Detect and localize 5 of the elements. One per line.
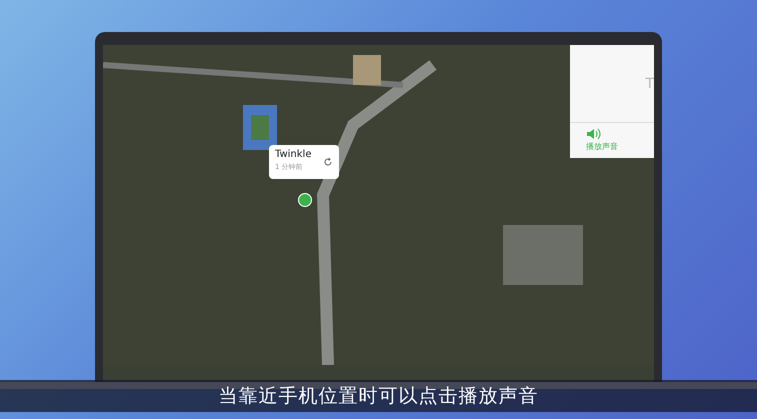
device-name: Twinkle xyxy=(275,149,312,160)
refresh-icon[interactable] xyxy=(323,157,333,167)
panel-title: T xyxy=(645,76,654,92)
caption-text: 当靠近手机位置时可以点击播放声音 xyxy=(218,384,538,409)
play-sound-button[interactable]: 播放声音 xyxy=(586,123,654,158)
